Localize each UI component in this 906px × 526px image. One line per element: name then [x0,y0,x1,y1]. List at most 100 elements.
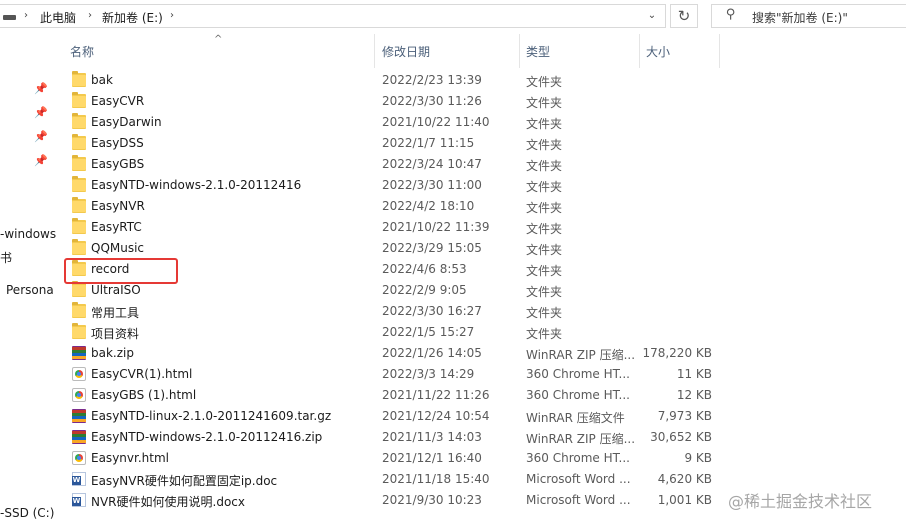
highlight-box [64,258,178,284]
file-date: 2021/12/1 16:40 [382,451,482,465]
nav-item[interactable]: -windows [0,227,56,241]
file-date: 2022/3/30 16:27 [382,304,482,318]
file-type: 文件夹 [526,75,563,89]
file-row[interactable]: Easynvr.html 2021/12/1 16:40 360 Chrome HT… [56,448,906,469]
file-row[interactable]: QQMusic 2022/3/29 15:05 文件夹 [56,238,906,259]
column-header: ^ 名称 修改日期 类型 大小 [56,34,906,68]
file-row[interactable]: EasyNTD-linux-2.1.0-2011241609.tar.gz 202… [56,406,906,427]
chevron-right-icon[interactable]: › [24,10,28,21]
file-row[interactable]: EasyGBS 2022/3/24 10:47 文件夹 [56,154,906,175]
file-size: 4,620 KB [657,472,712,486]
file-date: 2022/3/24 10:47 [382,157,482,171]
file-date: 2022/3/30 11:26 [382,94,482,108]
folder-icon [72,197,86,213]
drive-icon [3,15,16,20]
file-name: 常用工具 [91,306,140,320]
file-row[interactable]: UltraISO 2022/2/9 9:05 文件夹 [56,280,906,301]
folder-icon [72,113,86,129]
file-name: EasyNTD-linux-2.1.0-2011241609.tar.gz [91,409,332,423]
file-date: 2022/4/2 18:10 [382,199,475,213]
file-date: 2022/1/5 15:27 [382,325,475,339]
file-type: 360 Chrome HT... [526,451,630,465]
search-box[interactable]: ⚲ 搜索"新加卷 (E:)" [711,4,906,28]
file-size: 1,001 KB [657,493,712,507]
column-modified[interactable]: 修改日期 [382,43,430,60]
file-date: 2022/3/30 11:00 [382,178,482,192]
column-divider[interactable] [519,34,520,68]
file-type: WinRAR ZIP 压缩... [526,348,636,362]
file-name: EasyDarwin [91,115,162,129]
file-type: 360 Chrome HT... [526,388,630,402]
nav-item[interactable]: -SSD (C:) [0,506,54,520]
winrar-icon [72,346,86,360]
file-name: EasyCVR(1).html [91,367,193,381]
folder-icon [72,323,86,339]
file-size: 7,973 KB [657,409,712,423]
file-name: EasyCVR [91,94,145,108]
column-name[interactable]: 名称 [70,43,94,60]
file-name: EasyNTD-windows-2.1.0-20112416.zip [91,430,323,444]
file-date: 2021/12/24 10:54 [382,409,490,423]
file-date: 2021/10/22 11:39 [382,220,490,234]
folder-icon [72,155,86,171]
file-row[interactable]: EasyGBS (1).html 2021/11/22 11:26 360 Chro… [56,385,906,406]
column-type[interactable]: 类型 [526,43,550,60]
chevron-right-icon[interactable]: › [88,10,92,21]
file-date: 2022/1/7 11:15 [382,136,475,150]
file-row[interactable]: EasyNVR 2022/4/2 18:10 文件夹 [56,196,906,217]
file-size: 12 KB [676,388,712,402]
file-row[interactable]: bak 2022/2/23 13:39 文件夹 [56,70,906,91]
file-row[interactable]: 项目资料 2022/1/5 15:27 文件夹 [56,322,906,343]
top-bar: › 此电脑 › 新加卷 (E:) › ⌄ ↻ ⚲ 搜索"新加卷 (E:)" [0,0,906,34]
file-type: 文件夹 [526,306,563,320]
folder-icon [72,71,86,87]
column-divider[interactable] [719,34,720,68]
file-row[interactable]: EasyCVR 2022/3/30 11:26 文件夹 [56,91,906,112]
file-name: 项目资料 [91,327,140,341]
file-row[interactable]: 常用工具 2022/3/30 16:27 文件夹 [56,301,906,322]
file-name: bak.zip [91,346,134,360]
search-placeholder: 搜索"新加卷 (E:)" [752,11,848,25]
refresh-button[interactable]: ↻ [670,4,698,28]
pin-icon[interactable]: 📌 [34,82,48,95]
file-row[interactable]: bak.zip 2022/1/26 14:05 WinRAR ZIP 压缩... 17… [56,343,906,364]
file-date: 2022/3/29 15:05 [382,241,482,255]
pin-icon[interactable]: 📌 [34,106,48,119]
file-size: 178,220 KB [642,346,712,360]
address-bar[interactable]: › 此电脑 › 新加卷 (E:) › ⌄ [0,4,666,28]
file-row[interactable]: W EasyNVR硬件如何配置固定ip.doc 2021/11/18 15:40 Mi… [56,469,906,490]
file-date: 2021/11/22 11:26 [382,388,490,402]
file-row[interactable]: EasyRTC 2021/10/22 11:39 文件夹 [56,217,906,238]
file-size: 9 KB [684,451,712,465]
breadcrumb-this-pc[interactable]: 此电脑 [40,9,76,26]
pin-icon[interactable]: 📌 [34,154,48,167]
pin-icon[interactable]: 📌 [34,130,48,143]
file-row[interactable]: record 2022/4/6 8:53 文件夹 [56,259,906,280]
file-row[interactable]: EasyNTD-windows-2.1.0-20112416 2022/3/30 … [56,175,906,196]
nav-item[interactable]: Persona [6,283,54,297]
file-date: 2022/2/23 13:39 [382,73,482,87]
breadcrumb-drive-e[interactable]: 新加卷 (E:) [102,9,163,26]
winrar-icon [72,409,86,423]
file-name: EasyNVR [91,199,145,213]
file-type: 文件夹 [526,264,563,278]
column-size[interactable]: 大小 [646,43,670,60]
file-row[interactable]: EasyNTD-windows-2.1.0-20112416.zip 2021/1… [56,427,906,448]
file-type: 文件夹 [526,285,563,299]
folder-icon [72,176,86,192]
file-row[interactable]: EasyDarwin 2021/10/22 11:40 文件夹 [56,112,906,133]
file-name: EasyNTD-windows-2.1.0-20112416 [91,178,302,192]
word-doc-icon: W [72,493,86,507]
column-divider[interactable] [639,34,640,68]
chevron-right-icon[interactable]: › [170,10,174,21]
file-name: EasyGBS (1).html [91,388,197,402]
file-name: NVR硬件如何使用说明.docx [91,495,245,509]
file-name: Easynvr.html [91,451,169,465]
file-name: EasyDSS [91,136,144,150]
chevron-down-icon[interactable]: ⌄ [645,9,659,23]
nav-item[interactable]: 书 [0,249,12,266]
file-date: 2021/10/22 11:40 [382,115,490,129]
file-row[interactable]: EasyCVR(1).html 2022/3/3 14:29 360 Chrome … [56,364,906,385]
file-row[interactable]: EasyDSS 2022/1/7 11:15 文件夹 [56,133,906,154]
column-divider[interactable] [374,34,375,68]
